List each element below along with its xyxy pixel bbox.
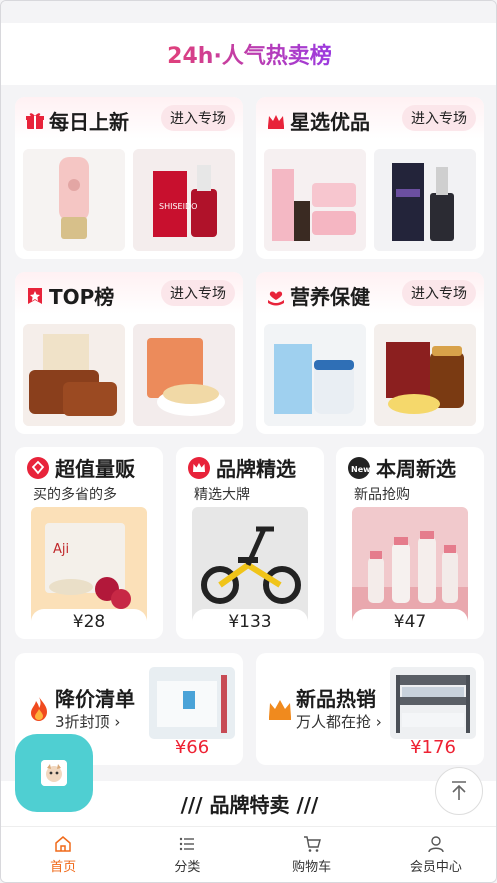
section-title: TOP榜 — [25, 281, 114, 310]
tab-cart[interactable]: 购物车 — [250, 827, 374, 882]
status-strip — [1, 1, 496, 23]
product-image[interactable]: SHISEIDO — [133, 149, 235, 251]
promo-title: 新品热销 — [296, 687, 376, 711]
mascot-icon — [41, 760, 67, 786]
svg-text:New: New — [351, 465, 370, 474]
mini-card-value-pack[interactable]: 超值量贩 买的多省的多 Aji ¥28 — [15, 447, 163, 639]
mini-subtitle: 新品抢购 — [354, 487, 410, 503]
section-title: 星选优品 — [266, 106, 370, 135]
tab-label: 首页 — [50, 860, 77, 875]
price-label: ¥66 — [174, 737, 210, 758]
mini-card-weekly-new[interactable]: New 本周新选 新品抢购 ¥47 — [336, 447, 484, 639]
new-icon: New — [348, 456, 370, 479]
mini-title: New 本周新选 — [348, 453, 456, 482]
product-image[interactable] — [133, 324, 235, 426]
mini-title: 超值量贩 — [27, 453, 135, 482]
mini-card-brand-select[interactable]: 品牌精选 精选大牌 ¥133 — [176, 447, 324, 639]
enter-section-button[interactable]: 进入专场 — [402, 105, 476, 131]
section-title: 每日上新 — [25, 106, 129, 135]
section-top-list: TOP榜 进入专场 — [15, 272, 243, 434]
page-title: 24h·人气热卖榜 — [167, 38, 332, 70]
product-image[interactable] — [192, 507, 308, 625]
product-image[interactable] — [390, 667, 476, 739]
app-screen: 24h·人气热卖榜 每日上新 进入专场 SHISEIDO 星选优品 进入专场 T… — [0, 0, 497, 883]
crown-icon — [188, 456, 210, 479]
user-icon — [428, 836, 444, 853]
tab-label: 购物车 — [292, 860, 332, 875]
tag-icon — [27, 456, 49, 479]
flame-icon — [31, 697, 47, 721]
svg-text:Aji: Aji — [53, 542, 69, 557]
tab-label: 会员中心 — [409, 860, 462, 875]
mini-title: 品牌精选 — [188, 453, 296, 482]
mini-subtitle: 精选大牌 — [194, 487, 250, 503]
price-label: ¥28 — [31, 609, 147, 635]
product-image[interactable] — [23, 324, 125, 426]
promo-subtitle: 万人都在抢 › — [296, 713, 382, 731]
product-image[interactable]: Aji — [31, 507, 147, 625]
tab-home[interactable]: 首页 — [1, 827, 125, 882]
bottom-tab-bar: 首页 分类 购物车 会员中心 — [1, 826, 496, 882]
product-image[interactable] — [352, 507, 468, 625]
product-image[interactable] — [374, 324, 476, 426]
home-icon — [55, 836, 71, 852]
floating-mascot-button[interactable] — [15, 734, 93, 812]
product-image[interactable] — [374, 149, 476, 251]
crown-icon — [269, 700, 291, 720]
page-header: 24h·人气热卖榜 — [1, 23, 496, 85]
arrow-up-icon — [452, 781, 466, 800]
chevron-right-icon: › — [109, 713, 121, 731]
chevron-right-icon: › — [371, 713, 382, 731]
product-image[interactable] — [264, 324, 366, 426]
tab-member-center[interactable]: 会员中心 — [374, 827, 496, 882]
cart-icon — [303, 836, 321, 852]
price-label: ¥47 — [352, 609, 468, 635]
product-image[interactable] — [23, 149, 125, 251]
gift-icon — [26, 112, 44, 129]
section-star-picks: 星选优品 进入专场 — [256, 97, 484, 259]
section-daily-new: 每日上新 进入专场 SHISEIDO — [15, 97, 243, 259]
list-icon — [180, 837, 195, 851]
crown-icon — [268, 114, 284, 129]
svg-text:SHISEIDO: SHISEIDO — [159, 202, 197, 211]
promo-subtitle: 3折封顶 › — [55, 713, 121, 731]
enter-section-button[interactable]: 进入专场 — [161, 105, 235, 131]
section-title: 营养保健 — [266, 281, 370, 310]
promo-title: 降价清单 — [55, 687, 135, 711]
product-image[interactable] — [149, 667, 235, 739]
section-nutrition: 营养保健 进入专场 — [256, 272, 484, 434]
enter-section-button[interactable]: 进入专场 — [161, 280, 235, 306]
tab-label: 分类 — [174, 860, 201, 875]
enter-section-button[interactable]: 进入专场 — [402, 280, 476, 306]
price-label: ¥133 — [192, 609, 308, 635]
product-image[interactable] — [264, 149, 366, 251]
promo-new-hot[interactable]: 新品热销 万人都在抢 › ¥176 — [256, 653, 484, 765]
mini-subtitle: 买的多省的多 — [33, 487, 117, 503]
price-label: ¥176 — [410, 737, 456, 758]
tab-category[interactable]: 分类 — [125, 827, 249, 882]
heart-hand-icon — [268, 290, 284, 305]
back-to-top-button[interactable] — [435, 767, 483, 815]
top-badge-icon — [28, 287, 42, 304]
